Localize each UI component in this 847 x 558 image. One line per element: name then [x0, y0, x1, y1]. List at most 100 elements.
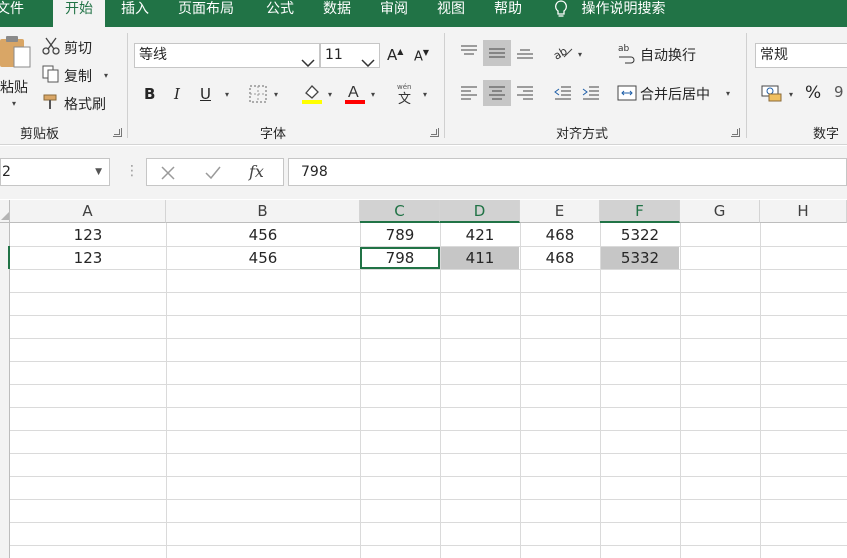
- tell-me-search[interactable]: 操作说明搜索: [553, 0, 665, 27]
- gridline: [10, 407, 847, 408]
- merge-dropdown-icon[interactable]: ▾: [726, 89, 730, 98]
- formula-bar-splitter-icon[interactable]: ⋮: [125, 163, 139, 179]
- column-header-c[interactable]: C: [360, 200, 440, 223]
- number-format-select[interactable]: 常规: [755, 43, 847, 68]
- font-size-value: 11: [325, 47, 343, 63]
- font-color-dropdown-icon[interactable]: ▾: [371, 90, 375, 99]
- underline-button[interactable]: U: [200, 85, 211, 103]
- copy-dropdown-icon[interactable]: ▾: [104, 71, 108, 80]
- cell-c1[interactable]: 789: [360, 224, 440, 246]
- align-top-icon[interactable]: [457, 40, 481, 64]
- tab-home[interactable]: 开始: [53, 0, 105, 27]
- phonetic-guide-icon[interactable]: wén 文: [395, 81, 417, 105]
- tab-file[interactable]: 文件: [0, 0, 24, 27]
- decrease-indent-icon[interactable]: [551, 81, 575, 105]
- clipboard-dialog-launcher-icon[interactable]: [113, 128, 122, 137]
- chevron-down-icon: [361, 52, 375, 75]
- paste-icon[interactable]: [0, 35, 32, 69]
- fill-color-icon[interactable]: [300, 81, 324, 105]
- formula-input[interactable]: 798: [288, 158, 847, 186]
- cell-a1[interactable]: 123: [10, 224, 166, 246]
- tab-formulas[interactable]: 公式: [266, 0, 294, 27]
- column-header-h[interactable]: H: [760, 200, 847, 223]
- gridline: [10, 453, 847, 454]
- group-divider: [444, 33, 445, 138]
- cell-c2-active[interactable]: 798: [360, 247, 440, 269]
- lightbulb-icon: [553, 0, 569, 24]
- fill-color-dropdown-icon[interactable]: ▾: [328, 90, 332, 99]
- gridline: [10, 269, 847, 270]
- align-middle-icon[interactable]: [483, 40, 511, 66]
- gridline: [10, 361, 847, 362]
- alignment-dialog-launcher-icon[interactable]: [731, 128, 740, 137]
- orientation-dropdown-icon[interactable]: ▾: [578, 50, 582, 59]
- font-color-icon[interactable]: A: [343, 81, 367, 105]
- cell-b1[interactable]: 456: [166, 224, 360, 246]
- gridline: [520, 223, 521, 558]
- alignment-group-label: 对齐方式: [556, 127, 609, 142]
- decrease-font-size-icon[interactable]: A▼: [414, 48, 429, 64]
- tab-data[interactable]: 数据: [323, 0, 351, 27]
- cell-b2[interactable]: 456: [166, 247, 360, 269]
- font-size-select[interactable]: 11: [320, 43, 380, 68]
- accounting-dropdown-icon[interactable]: ▾: [789, 90, 793, 99]
- chevron-down-icon: ▼: [95, 167, 102, 177]
- cell-e1[interactable]: 468: [520, 224, 600, 246]
- column-header-a[interactable]: A: [10, 200, 166, 223]
- tab-insert[interactable]: 插入: [121, 0, 149, 27]
- svg-text:ab: ab: [552, 44, 570, 62]
- merge-center-button[interactable]: 合并后居中: [640, 84, 710, 104]
- gridline: [10, 430, 847, 431]
- font-dialog-launcher-icon[interactable]: [430, 128, 439, 137]
- font-name-select[interactable]: 等线: [134, 43, 320, 68]
- formula-buttons: fx: [146, 158, 284, 186]
- cancel-entry-icon[interactable]: [159, 164, 177, 182]
- comma-style-icon[interactable]: 9: [834, 83, 844, 101]
- tab-page-layout[interactable]: 页面布局: [178, 0, 234, 27]
- bold-button[interactable]: B: [144, 85, 155, 103]
- borders-icon[interactable]: [248, 84, 268, 104]
- align-right-icon[interactable]: [513, 81, 537, 105]
- column-header-f[interactable]: F: [600, 200, 680, 223]
- column-header-b[interactable]: B: [166, 200, 360, 223]
- row-header-column[interactable]: [0, 223, 10, 558]
- percent-style-button[interactable]: %: [805, 83, 821, 103]
- tab-review[interactable]: 审阅: [380, 0, 408, 27]
- italic-button[interactable]: I: [174, 85, 180, 103]
- copy-button[interactable]: 复制: [64, 66, 92, 86]
- cell-f2[interactable]: 5332: [601, 247, 679, 269]
- chevron-down-icon: [301, 52, 315, 75]
- column-header-g[interactable]: G: [680, 200, 760, 223]
- paste-dropdown-icon[interactable]: ▾: [12, 99, 16, 108]
- cell-f1[interactable]: 5322: [600, 224, 680, 246]
- align-left-icon[interactable]: [457, 81, 481, 105]
- excel-window: 文件 开始 插入 页面布局 公式 数据 审阅 视图 帮助 操作说明搜索 粘贴 ▾…: [0, 0, 847, 558]
- phonetic-dropdown-icon[interactable]: ▾: [423, 90, 427, 99]
- cell-d1[interactable]: 421: [440, 224, 520, 246]
- format-painter-button[interactable]: 格式刷: [64, 94, 106, 114]
- insert-function-button[interactable]: fx: [249, 162, 264, 181]
- tab-help[interactable]: 帮助: [494, 0, 522, 27]
- align-bottom-icon[interactable]: [513, 40, 537, 64]
- borders-dropdown-icon[interactable]: ▾: [274, 90, 278, 99]
- name-box[interactable]: 2 ▼: [0, 158, 110, 186]
- confirm-entry-icon[interactable]: [204, 164, 222, 182]
- svg-text:ab: ab: [618, 44, 630, 54]
- tab-view[interactable]: 视图: [437, 0, 465, 27]
- underline-dropdown-icon[interactable]: ▾: [225, 90, 229, 99]
- cell-a2[interactable]: 123: [10, 247, 166, 269]
- column-header-e[interactable]: E: [520, 200, 600, 223]
- cell-d2[interactable]: 411: [441, 247, 519, 269]
- number-group-label: 数字: [813, 127, 840, 142]
- accounting-format-icon[interactable]: [760, 81, 784, 105]
- column-header-d[interactable]: D: [440, 200, 520, 223]
- cell-e2[interactable]: 468: [520, 247, 600, 269]
- increase-indent-icon[interactable]: [579, 81, 603, 105]
- paste-button[interactable]: 粘贴: [0, 77, 28, 97]
- orientation-icon[interactable]: ab: [551, 40, 575, 64]
- cut-button[interactable]: 剪切: [64, 38, 92, 58]
- increase-font-size-icon[interactable]: A▲: [387, 46, 403, 64]
- select-all-corner[interactable]: [0, 200, 10, 223]
- align-center-icon[interactable]: [483, 80, 511, 106]
- wrap-text-button[interactable]: 自动换行: [640, 45, 696, 65]
